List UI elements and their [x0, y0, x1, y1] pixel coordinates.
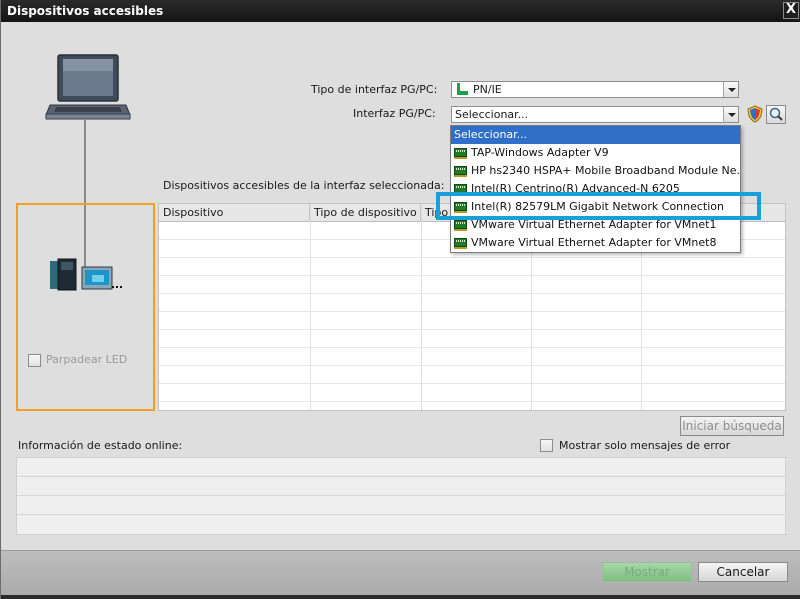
table-row[interactable] — [159, 348, 785, 366]
magnifier-button[interactable] — [766, 105, 786, 124]
dropdown-item-hp-broadband[interactable]: HP hs2340 HSPA+ Mobile Broadband Module … — [451, 162, 740, 180]
dropdown-item-intel-centrino[interactable]: Intel(R) Centrino(R) Advanced-N 6205 — [451, 180, 740, 198]
dropdown-item-label: VMware Virtual Ethernet Adapter for VMne… — [471, 218, 717, 231]
table-row[interactable] — [159, 312, 785, 330]
chevron-down-icon[interactable] — [723, 107, 738, 122]
status-messages-panel[interactable] — [16, 457, 786, 535]
column-header-device[interactable]: Dispositivo — [159, 204, 310, 222]
dropdown-item-label: Intel(R) Centrino(R) Advanced-N 6205 — [471, 182, 680, 195]
status-row-divider — [17, 514, 785, 515]
blink-led-checkbox[interactable] — [28, 354, 41, 367]
close-button[interactable]: X — [783, 2, 799, 19]
dropdown-item-label: Seleccionar... — [454, 128, 528, 141]
table-row[interactable] — [159, 276, 785, 294]
laptop-icon — [45, 54, 131, 120]
table-row[interactable] — [159, 258, 785, 276]
reachable-devices-dialog: Dispositivos accesibles X Tipo de interf… — [0, 0, 800, 599]
errors-only-label: Mostrar solo mensajes de error — [559, 439, 731, 452]
dropdown-item-label: TAP-Windows Adapter V9 — [471, 146, 609, 159]
dialog-title: Dispositivos accesibles — [7, 4, 164, 18]
table-row[interactable] — [159, 330, 785, 348]
magnifier-icon — [769, 107, 783, 121]
device-preview-panel: Parpadear LED — [16, 203, 155, 411]
online-status-label: Información de estado online: — [18, 439, 183, 452]
network-card-icon — [454, 202, 467, 213]
network-card-icon — [454, 220, 467, 231]
dropdown-item-tap-windows[interactable]: TAP-Windows Adapter V9 — [451, 144, 740, 162]
start-search-button[interactable]: Iniciar búsqueda — [680, 416, 784, 436]
network-card-icon — [454, 184, 467, 195]
devices-section-label: Dispositivos accesibles de la interfaz s… — [163, 179, 445, 192]
status-row-divider — [17, 476, 785, 477]
dialog-footer: Mostrar Cancelar — [1, 550, 800, 599]
title-bar: Dispositivos accesibles X — [1, 0, 800, 22]
interface-type-label: Tipo de interfaz PG/PC: — [311, 83, 438, 96]
dropdown-item-label: Intel(R) 82579LM Gigabit Network Connect… — [471, 200, 724, 213]
interface-label: Interfaz PG/PC: — [353, 107, 436, 120]
interface-type-value: PN/IE — [473, 83, 502, 96]
status-row-divider — [17, 495, 785, 496]
dropdown-item-vmnet8[interactable]: VMware Virtual Ethernet Adapter for VMne… — [451, 234, 740, 252]
network-card-icon — [454, 238, 467, 249]
start-search-label: Iniciar búsqueda — [682, 419, 782, 433]
table-row[interactable] — [159, 366, 785, 384]
table-row[interactable] — [159, 294, 785, 312]
show-button-label: Mostrar — [624, 565, 670, 579]
interface-value: Seleccionar... — [455, 108, 529, 121]
network-card-icon — [454, 166, 467, 177]
cancel-button[interactable]: Cancelar — [698, 562, 788, 582]
dropdown-item-select[interactable]: Seleccionar... — [451, 126, 740, 144]
network-card-icon — [454, 148, 467, 159]
pnie-icon — [455, 83, 469, 95]
dropdown-item-label: HP hs2340 HSPA+ Mobile Broadband Module … — [471, 164, 740, 177]
interface-select[interactable]: Seleccionar... — [451, 106, 739, 123]
blink-led-label: Parpadear LED — [46, 353, 128, 366]
dropdown-item-label: VMware Virtual Ethernet Adapter for VMne… — [471, 236, 717, 249]
interface-type-select[interactable]: PN/IE — [451, 81, 739, 98]
dropdown-item-intel-82579lm[interactable]: Intel(R) 82579LM Gigabit Network Connect… — [451, 198, 740, 216]
properties-shield-icon[interactable] — [746, 105, 764, 123]
plc-hmi-icon — [50, 258, 122, 291]
close-icon: X — [785, 2, 797, 17]
show-button[interactable]: Mostrar — [602, 562, 692, 582]
errors-only-checkbox[interactable] — [540, 439, 553, 452]
cancel-button-label: Cancelar — [716, 565, 770, 579]
chevron-down-icon[interactable] — [723, 82, 738, 97]
column-header-device-type[interactable]: Tipo de dispositivo — [310, 204, 421, 222]
bottom-border — [1, 595, 800, 599]
table-row[interactable] — [159, 384, 785, 402]
interface-dropdown-list[interactable]: Seleccionar... TAP-Windows Adapter V9 HP… — [450, 125, 741, 253]
dropdown-item-vmnet1[interactable]: VMware Virtual Ethernet Adapter for VMne… — [451, 216, 740, 234]
